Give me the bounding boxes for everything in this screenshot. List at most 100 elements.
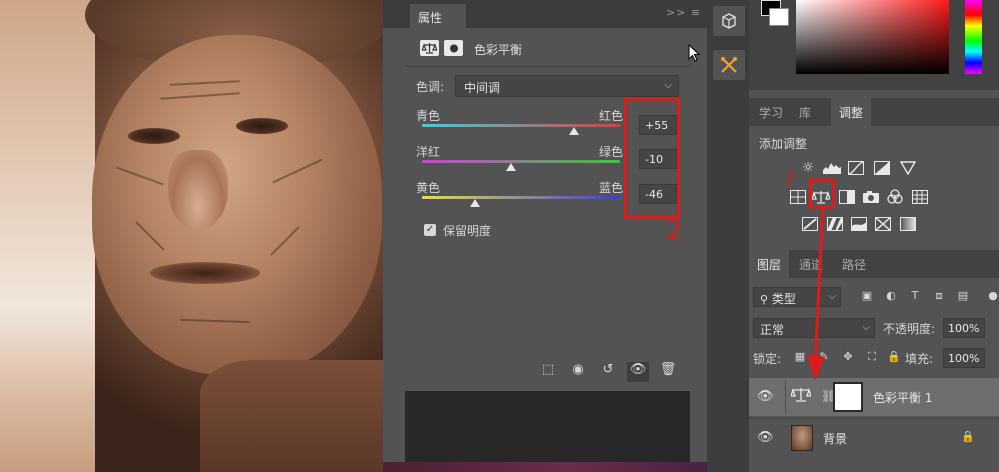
tab-properties[interactable]: 属性	[410, 4, 466, 28]
slider-magenta-green-track[interactable]	[422, 160, 620, 163]
filter-type-icon[interactable]: T	[907, 289, 923, 305]
layers-tabbar: 图层 通道 路径	[749, 250, 999, 278]
slider-cyan-label: 青色	[416, 109, 441, 123]
layer-row-color-balance[interactable]: 👁 ⛓ 色彩平衡 1	[749, 378, 999, 416]
layer-name[interactable]: 色彩平衡 1	[873, 389, 932, 406]
slider-green-label: 绿色	[599, 145, 624, 159]
crossed-tools-icon[interactable]	[713, 50, 745, 80]
adjustment-title: 色彩平衡	[474, 43, 523, 57]
color-lookup-icon[interactable]	[911, 189, 929, 205]
preserve-luminosity-label: 保留明度	[443, 224, 492, 238]
annotation-number: 2	[666, 217, 683, 247]
slider-blue-label: 蓝色	[599, 181, 624, 195]
divider	[405, 66, 690, 67]
visibility-eye-icon[interactable]: 👁	[757, 430, 774, 445]
exposure-icon[interactable]	[873, 160, 891, 176]
opacity-label: 不透明度:	[883, 322, 936, 336]
selective-color-icon[interactable]	[874, 216, 892, 232]
layer-filter-value: 类型	[771, 292, 796, 306]
panel-tool-strip	[707, 0, 749, 472]
vibrance-icon[interactable]	[899, 160, 917, 176]
add-adjustment-label: 添加调整	[759, 137, 808, 151]
layer-mask-icon[interactable]	[444, 40, 463, 56]
search-icon: ⚲	[760, 293, 769, 306]
brightness-icon[interactable]: ☼	[799, 160, 817, 176]
reset-icon[interactable]: ↺	[597, 362, 619, 382]
photo-face	[92, 35, 382, 375]
trash-icon[interactable]: 🗑	[657, 362, 679, 382]
color-picker-area	[749, 0, 999, 90]
lock-all-icon[interactable]: 🔒	[887, 350, 901, 364]
photo-eye-right	[236, 118, 288, 134]
filter-adjustment-icon[interactable]: ◐	[883, 289, 899, 305]
slider-magenta-green-thumb[interactable]	[506, 163, 517, 171]
layer-thumbnail[interactable]	[791, 425, 813, 451]
annotation-arrow	[807, 206, 825, 381]
opacity-field[interactable]: 100%	[943, 318, 985, 338]
slider-magenta-label: 洋红	[416, 145, 441, 159]
hue-saturation-icon[interactable]	[789, 189, 807, 205]
tab-libraries[interactable]: 库	[799, 104, 811, 121]
layer-name[interactable]: 背景	[823, 430, 847, 447]
adjustments-tabbar: 学习 库 调整	[749, 98, 999, 126]
filter-toggle-icon[interactable]: ●	[985, 289, 999, 305]
tab-learn[interactable]: 学习	[759, 104, 783, 121]
balance-scale-icon	[790, 387, 813, 407]
lock-artboard-icon[interactable]: ⛶	[865, 350, 879, 364]
photo-eye-left	[128, 128, 180, 144]
slider-red-label: 红色	[599, 109, 624, 123]
clip-to-layer-icon[interactable]: ⬚	[537, 362, 559, 382]
lock-position-icon[interactable]: ✥	[841, 350, 855, 364]
fill-field[interactable]: 100%	[943, 348, 985, 368]
photo-neck	[200, 360, 383, 472]
view-previous-icon[interactable]: ◉	[567, 362, 589, 382]
tab-paths[interactable]: 路径	[842, 256, 866, 273]
lock-label: 锁定:	[753, 352, 782, 366]
filter-pixel-icon[interactable]: ▣	[859, 289, 875, 305]
slider-yellow-label: 黄色	[416, 181, 441, 195]
chevron-down-icon: ⌵	[862, 322, 870, 333]
black-white-icon[interactable]	[838, 189, 856, 205]
hue-slider[interactable]	[965, 0, 982, 74]
photo-mouth	[150, 262, 260, 284]
layer-row-background[interactable]: 👁 背景 🔒	[749, 418, 999, 456]
gradient-map-icon[interactable]	[899, 216, 917, 232]
tab-layers[interactable]: 图层	[749, 250, 790, 278]
3d-cube-icon[interactable]	[713, 6, 745, 36]
filter-shape-icon[interactable]: ⧈	[931, 289, 947, 305]
tone-value: 中间调	[464, 81, 501, 95]
channel-mixer-icon[interactable]	[886, 189, 904, 205]
preserve-luminosity-checkbox[interactable]: ✓	[424, 224, 436, 236]
lock-icon: 🔒	[961, 430, 975, 443]
color-field[interactable]	[796, 0, 949, 74]
photo-filter-icon[interactable]	[862, 189, 880, 205]
levels-icon[interactable]	[823, 160, 841, 176]
mouse-cursor-icon	[688, 44, 700, 62]
tab-adjustments[interactable]: 调整	[831, 98, 872, 126]
right-panels: 学习 库 调整 添加调整 ☼ 图层 通道 路径 ⚲ 类型 ⌵ ▣ ◐ T ⧈ ▤…	[749, 0, 999, 472]
annotation-number-one	[786, 170, 796, 186]
fill-label: 填充:	[905, 352, 934, 366]
photo-nose	[168, 150, 228, 230]
filter-smart-icon[interactable]: ▤	[955, 289, 971, 305]
properties-empty-area	[405, 391, 690, 466]
layer-mask-thumbnail[interactable]	[833, 382, 863, 412]
properties-panel: 属性 >> ≡ 色彩平衡 色调: 中间调 ⌵ 青色 红色 +55 洋红 绿色 -…	[383, 0, 999, 472]
background-color-swatch[interactable]	[769, 8, 789, 26]
panel-menu-icon[interactable]: >> ≡	[666, 6, 701, 19]
chevron-down-icon: ⌵	[664, 80, 672, 91]
visibility-eye-icon[interactable]: 👁	[757, 389, 774, 404]
slider-cyan-red-thumb[interactable]	[569, 127, 580, 135]
tone-select[interactable]: 中间调 ⌵	[455, 75, 679, 97]
threshold-icon[interactable]	[850, 216, 868, 232]
curves-icon[interactable]	[847, 160, 865, 176]
canvas-photo[interactable]	[0, 0, 383, 472]
slider-yellow-blue-track[interactable]	[422, 196, 620, 199]
properties-tabbar: 属性 >> ≡	[383, 0, 707, 28]
tone-label: 色调:	[416, 80, 445, 94]
visibility-eye-icon[interactable]: 👁	[627, 362, 649, 382]
slider-yellow-blue-thumb[interactable]	[470, 199, 481, 207]
slider-cyan-red-track[interactable]	[422, 124, 620, 127]
blend-mode-value: 正常	[760, 323, 785, 337]
photo-background	[0, 0, 95, 472]
